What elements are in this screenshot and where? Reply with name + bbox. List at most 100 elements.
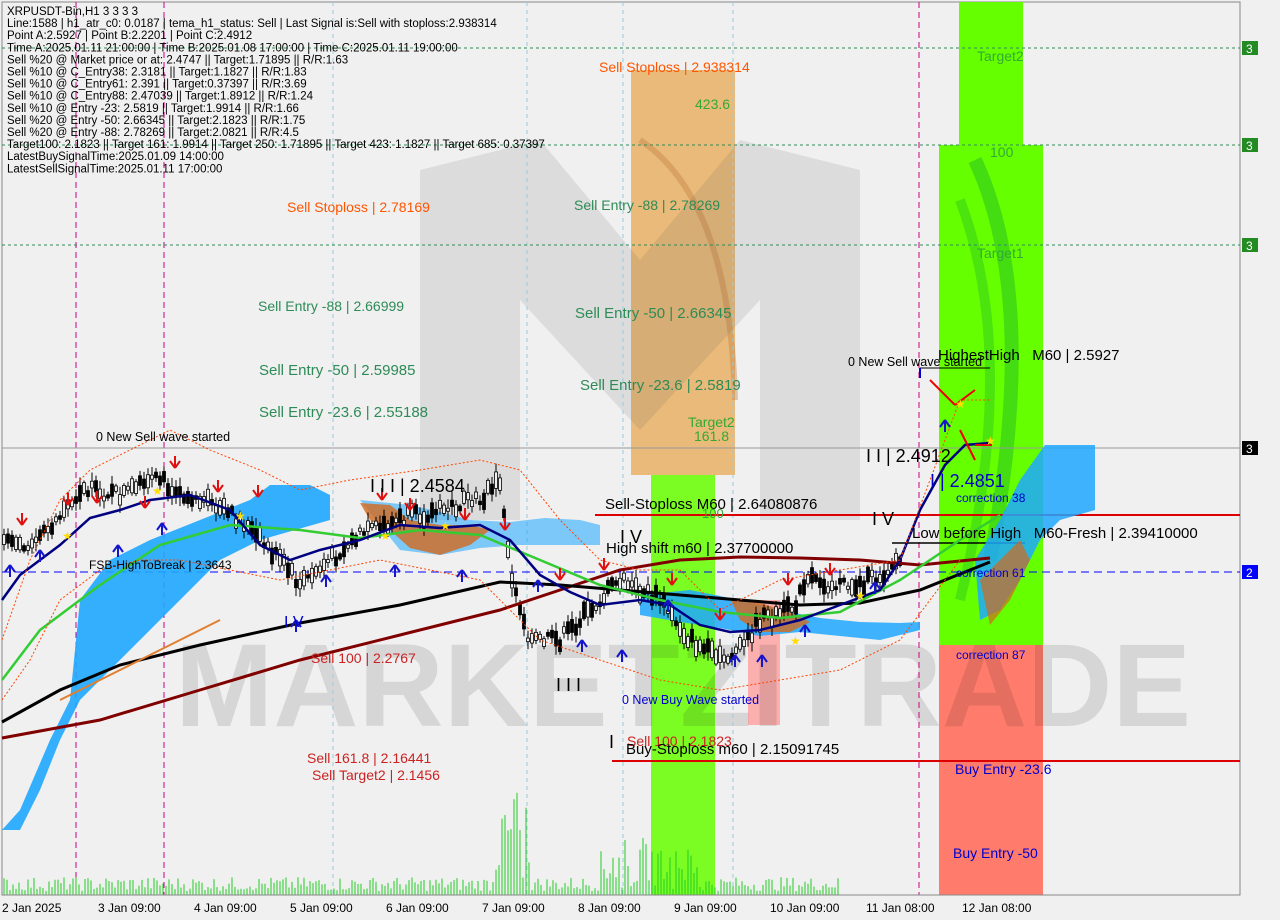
x-tick-label: 2 Jan 2025 [2, 901, 62, 915]
candle-body [750, 632, 754, 644]
candle-body [446, 507, 450, 512]
label-100-mid: 100 [702, 506, 724, 521]
label-correction-87: correction 87 [956, 648, 1026, 662]
candle-body [214, 505, 218, 514]
star-icon: ★ [440, 519, 451, 533]
candle-body [622, 572, 626, 581]
candle-body [846, 585, 850, 590]
candle-body [582, 601, 586, 620]
candle-body [442, 504, 446, 514]
candle-body [470, 500, 474, 508]
label-new-buy-wave: 0 New Buy Wave started [622, 693, 759, 707]
x-tick-label: 4 Jan 09:00 [194, 901, 257, 915]
candle-body [338, 553, 342, 560]
candle-body [558, 639, 562, 653]
candle-body [146, 474, 150, 489]
candle-body [878, 574, 882, 583]
candle-body [690, 628, 694, 643]
candle-body [886, 569, 890, 575]
candle-body [290, 563, 294, 576]
candle-body [298, 579, 302, 590]
right-axis-markers: 3 3 3 3 2 [1242, 41, 1258, 580]
label-iv-left: I V [284, 614, 304, 631]
candle-body [834, 586, 838, 591]
x-tick-label: 3 Jan 09:00 [98, 901, 161, 915]
info-line: Sell %10 @ C_Entry61: 2.391 || Target:0.… [7, 79, 307, 91]
marker-4: 3 [1246, 442, 1253, 456]
info-line: Sell %10 @ Entry -23: 2.5819 || Target:1… [7, 103, 299, 115]
candle-body [82, 482, 86, 494]
star-icon: ★ [790, 634, 801, 648]
candle-body [414, 504, 418, 515]
candle-body [546, 631, 550, 637]
candle-body [362, 531, 366, 536]
candle-body [602, 593, 606, 604]
candle-body [366, 520, 370, 532]
x-tick-label: 7 Jan 09:00 [482, 901, 545, 915]
candle-body [626, 580, 630, 590]
candle-body [58, 515, 62, 520]
label-point-i-low: I [609, 732, 614, 752]
candle-body [34, 536, 38, 543]
candle-body [494, 471, 498, 489]
info-line: Time A:2025.01.11 21:00:00 | Time B:2025… [7, 42, 458, 54]
label-sell-entry-88-left: Sell Entry -88 | 2.66999 [258, 298, 404, 314]
x-tick-label: 6 Jan 09:00 [386, 901, 449, 915]
candle-body [78, 485, 82, 502]
candle-body [586, 599, 590, 618]
candle-body [326, 559, 330, 563]
info-line: Target100: 2.1823 || Target 161: 1.9914 … [7, 139, 545, 151]
candle-body [62, 500, 66, 518]
candle-body [578, 618, 582, 628]
candle-body [482, 492, 486, 510]
candle-body [678, 622, 682, 637]
candle-body [682, 628, 686, 645]
candle-body [398, 508, 402, 524]
candle-body [710, 640, 714, 659]
candle-body [614, 580, 618, 586]
label-point-i: I | 2.4851 [930, 471, 1005, 491]
x-tick-label: 12 Jan 08:00 [962, 901, 1032, 915]
candle-body [90, 480, 94, 489]
x-axis: 2 Jan 2025 3 Jan 09:00 4 Jan 09:00 5 Jan… [2, 894, 1240, 915]
candle-body [474, 491, 478, 499]
candle-body [478, 500, 482, 505]
candle-body [426, 514, 430, 523]
candle-body [430, 502, 434, 519]
candle-body [114, 485, 118, 492]
candle-body [30, 538, 34, 549]
candle-body [6, 533, 10, 544]
label-buy-stoploss: Buy-Stoploss m60 | 2.15091745 [626, 741, 839, 758]
candle-body [618, 577, 622, 590]
candle-body [686, 636, 690, 648]
info-line: Sell %20 @ Entry -50: 2.66345 || Target:… [7, 115, 305, 127]
candle-body [14, 536, 18, 550]
candle-body [374, 520, 378, 527]
candle-body [294, 579, 298, 589]
candle-body [634, 577, 638, 591]
candle-body [818, 577, 822, 588]
price-chart[interactable]: MARKETZITRADE ★★★★★★★★★ XRPUSDT-Bin,H1 3… [0, 0, 1280, 920]
label-sell-1618: Sell 161.8 | 2.16441 [307, 750, 432, 766]
label-sell-stoploss-left: Sell Stoploss | 2.78169 [287, 199, 430, 215]
candle-body [142, 478, 146, 489]
candle-body [738, 637, 742, 650]
candle-body [782, 599, 786, 613]
label-423: 423.6 [695, 96, 730, 112]
info-line: Line:1588 | h1_atr_c0: 0.0187 | tema_h1_… [7, 18, 497, 30]
candle-body [286, 562, 290, 579]
label-1618: 161.8 [694, 428, 729, 444]
label-sell-entry-50-right: Sell Entry -50 | 2.66345 [575, 305, 732, 322]
star-icon: ★ [235, 509, 246, 523]
candle-body [742, 639, 746, 647]
info-line: XRPUSDT-Bin,H1 3 3 3 3 [7, 6, 138, 18]
candle-body [154, 471, 158, 479]
label-100-right: 100 [990, 144, 1014, 160]
candle-body [574, 623, 578, 636]
label-sell-entry-236-left: Sell Entry -23.6 | 2.55188 [259, 404, 428, 421]
candle-body [702, 643, 706, 655]
candle-body [706, 638, 710, 653]
label-point-ii: I I | 2.4912 [866, 446, 951, 466]
candle-body [310, 567, 314, 584]
candle-body [570, 619, 574, 633]
